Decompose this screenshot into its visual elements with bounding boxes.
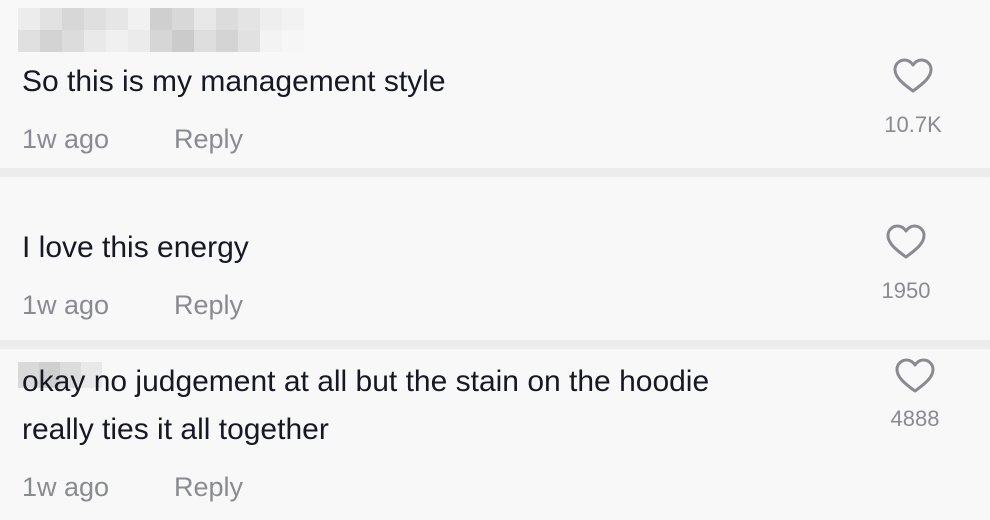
comment-meta: 1w ago Reply: [22, 124, 243, 155]
comment-timestamp: 1w ago: [22, 472, 110, 502]
comment-list: So this is my management style 1w ago Re…: [0, 0, 990, 520]
comment-text: I love this energy: [22, 231, 249, 264]
comment-item: okay no judgement at all but the stain o…: [0, 350, 990, 520]
like-count: 1950: [881, 278, 931, 303]
comment-item: I love this energy 1w ago Reply 1950: [0, 178, 990, 388]
comment-text: So this is my management style: [22, 65, 446, 98]
comment-text: okay no judgement at all but the stain o…: [22, 358, 709, 454]
like-count: 4888: [890, 406, 940, 431]
like-control: 4888: [875, 358, 955, 432]
heart-outline-icon[interactable]: [895, 358, 935, 394]
divider: [0, 340, 990, 349]
like-control: 1950: [866, 224, 946, 304]
like-count: 10.7K: [884, 112, 942, 137]
comment-text-line: really ties it all together: [22, 413, 329, 446]
comment-meta: 1w ago Reply: [22, 472, 243, 503]
comment-meta: 1w ago Reply: [22, 290, 243, 321]
divider: [0, 168, 990, 177]
reply-button[interactable]: Reply: [174, 124, 243, 155]
comment-item: So this is my management style 1w ago Re…: [0, 0, 990, 168]
blurred-username: [18, 8, 304, 52]
comment-timestamp: 1w ago: [22, 290, 110, 320]
reply-button[interactable]: Reply: [174, 290, 243, 321]
reply-button[interactable]: Reply: [174, 472, 243, 503]
heart-outline-icon[interactable]: [893, 58, 933, 94]
comment-text-line: okay no judgement at all but the stain o…: [22, 365, 710, 398]
like-control: 10.7K: [873, 58, 953, 138]
heart-outline-icon[interactable]: [886, 224, 926, 260]
comment-timestamp: 1w ago: [22, 124, 110, 154]
